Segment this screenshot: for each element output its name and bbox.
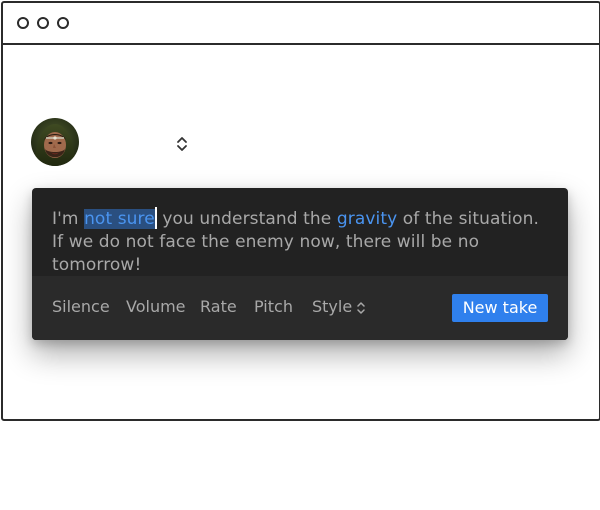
highlighted-word[interactable]: gravity: [337, 209, 397, 229]
chevron-up-down-icon[interactable]: [175, 134, 189, 154]
chevron-up-down-icon[interactable]: [356, 300, 366, 316]
window-close-button[interactable]: [17, 17, 29, 29]
script-editor-panel: I'm not sure you understand the gravity …: [32, 188, 568, 340]
text-segment: I'm: [52, 209, 85, 229]
rate-button[interactable]: Rate: [200, 297, 237, 317]
voice-avatar[interactable]: [31, 118, 79, 166]
window-minimize-button[interactable]: [37, 17, 49, 29]
character-portrait-icon: [31, 118, 79, 166]
window-titlebar: [3, 3, 599, 45]
style-dropdown[interactable]: Style: [312, 297, 352, 317]
window-maximize-button[interactable]: [57, 17, 69, 29]
text-segment: you understand the: [156, 209, 337, 229]
script-text-area[interactable]: I'm not sure you understand the gravity …: [52, 207, 552, 277]
selected-text[interactable]: not sure: [84, 209, 155, 229]
new-take-button[interactable]: New take: [452, 294, 548, 322]
silence-button[interactable]: Silence: [52, 297, 110, 317]
pitch-button[interactable]: Pitch: [254, 297, 293, 317]
volume-button[interactable]: Volume: [126, 297, 186, 317]
